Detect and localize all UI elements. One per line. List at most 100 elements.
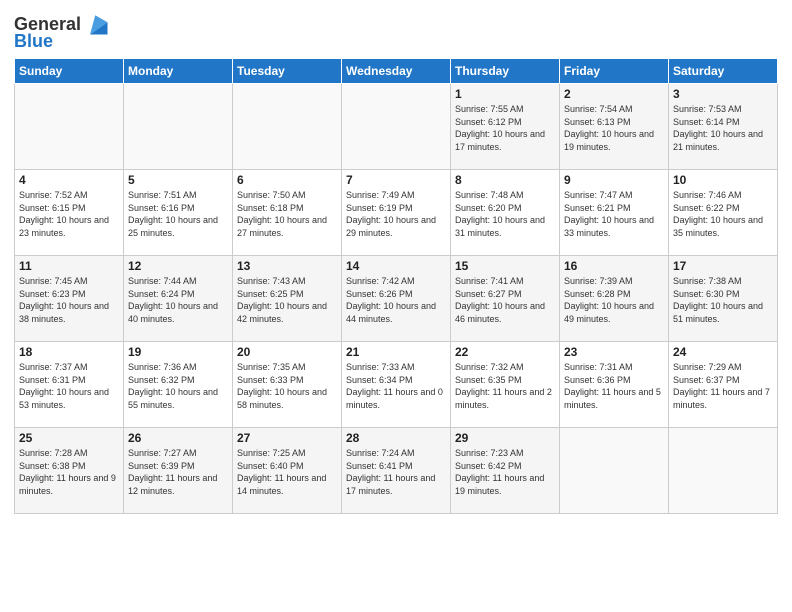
header-row: SundayMondayTuesdayWednesdayThursdayFrid… — [15, 59, 778, 84]
week-row-4: 25Sunrise: 7:28 AMSunset: 6:38 PMDayligh… — [15, 428, 778, 514]
week-row-3: 18 Sunrise: 7:37 AMSunset: 6:31 PMDayligh… — [15, 342, 778, 428]
week-row-1: 4 Sunrise: 7:52 AMSunset: 6:15 PMDaylight… — [15, 170, 778, 256]
day-number: 15 — [455, 259, 555, 273]
day-info: Sunrise: 7:28 AMSunset: 6:38 PMDaylight:… — [19, 447, 119, 497]
col-header-friday: Friday — [560, 59, 669, 84]
day-info: Sunrise: 7:38 AMSunset: 6:30 PMDaylight:… — [673, 275, 773, 325]
day-info: Sunrise: 7:53 AMSunset: 6:14 PMDaylight:… — [673, 103, 773, 153]
day-info: Sunrise: 7:32 AMSunset: 6:35 PMDaylight:… — [455, 361, 555, 411]
col-header-monday: Monday — [124, 59, 233, 84]
calendar-cell: 9Sunrise: 7:47 AMSunset: 6:21 PMDaylight… — [560, 170, 669, 256]
logo-blue-text: Blue — [14, 32, 53, 50]
calendar-cell: 29Sunrise: 7:23 AMSunset: 6:42 PMDayligh… — [451, 428, 560, 514]
calendar-cell — [15, 84, 124, 170]
day-number: 17 — [673, 259, 773, 273]
day-number: 21 — [346, 345, 446, 359]
day-info: Sunrise: 7:45 AMSunset: 6:23 PMDaylight:… — [19, 275, 119, 325]
day-info: Sunrise: 7:44 AMSunset: 6:24 PMDaylight:… — [128, 275, 228, 325]
calendar-table: SundayMondayTuesdayWednesdayThursdayFrid… — [14, 58, 778, 514]
day-number: 16 — [564, 259, 664, 273]
calendar-cell: 12 Sunrise: 7:44 AMSunset: 6:24 PMDayligh… — [124, 256, 233, 342]
calendar-cell: 14 Sunrise: 7:42 AMSunset: 6:26 PMDayligh… — [342, 256, 451, 342]
day-number: 4 — [19, 173, 119, 187]
calendar-cell: 13 Sunrise: 7:43 AMSunset: 6:25 PMDayligh… — [233, 256, 342, 342]
day-info: Sunrise: 7:27 AMSunset: 6:39 PMDaylight:… — [128, 447, 228, 497]
day-number: 7 — [346, 173, 446, 187]
day-number: 13 — [237, 259, 337, 273]
logo: General Blue — [14, 10, 111, 50]
calendar-cell: 10 Sunrise: 7:46 AMSunset: 6:22 PMDayligh… — [669, 170, 778, 256]
day-number: 26 — [128, 431, 228, 445]
week-row-2: 11 Sunrise: 7:45 AMSunset: 6:23 PMDayligh… — [15, 256, 778, 342]
day-number: 28 — [346, 431, 446, 445]
calendar-cell: 17 Sunrise: 7:38 AMSunset: 6:30 PMDayligh… — [669, 256, 778, 342]
calendar-cell — [233, 84, 342, 170]
calendar-cell: 15 Sunrise: 7:41 AMSunset: 6:27 PMDayligh… — [451, 256, 560, 342]
day-number: 3 — [673, 87, 773, 101]
calendar-cell: 18 Sunrise: 7:37 AMSunset: 6:31 PMDayligh… — [15, 342, 124, 428]
calendar-cell: 27 Sunrise: 7:25 AMSunset: 6:40 PMDayligh… — [233, 428, 342, 514]
calendar-cell: 28Sunrise: 7:24 AMSunset: 6:41 PMDayligh… — [342, 428, 451, 514]
day-info: Sunrise: 7:39 AMSunset: 6:28 PMDaylight:… — [564, 275, 664, 325]
calendar-cell: 11 Sunrise: 7:45 AMSunset: 6:23 PMDayligh… — [15, 256, 124, 342]
calendar-cell: 6 Sunrise: 7:50 AMSunset: 6:18 PMDaylight… — [233, 170, 342, 256]
calendar-cell: 24 Sunrise: 7:29 AMSunset: 6:37 PMDayligh… — [669, 342, 778, 428]
day-number: 11 — [19, 259, 119, 273]
week-row-0: 1 Sunrise: 7:55 AMSunset: 6:12 PMDaylight… — [15, 84, 778, 170]
calendar-cell: 25Sunrise: 7:28 AMSunset: 6:38 PMDayligh… — [15, 428, 124, 514]
day-info: Sunrise: 7:23 AMSunset: 6:42 PMDaylight:… — [455, 447, 555, 497]
day-info: Sunrise: 7:37 AMSunset: 6:31 PMDaylight:… — [19, 361, 119, 411]
day-number: 1 — [455, 87, 555, 101]
day-info: Sunrise: 7:29 AMSunset: 6:37 PMDaylight:… — [673, 361, 773, 411]
calendar-cell: 19 Sunrise: 7:36 AMSunset: 6:32 PMDayligh… — [124, 342, 233, 428]
calendar-cell: 7 Sunrise: 7:49 AMSunset: 6:19 PMDaylight… — [342, 170, 451, 256]
day-info: Sunrise: 7:46 AMSunset: 6:22 PMDaylight:… — [673, 189, 773, 239]
calendar-cell: 1 Sunrise: 7:55 AMSunset: 6:12 PMDaylight… — [451, 84, 560, 170]
day-info: Sunrise: 7:55 AMSunset: 6:12 PMDaylight:… — [455, 103, 555, 153]
day-info: Sunrise: 7:48 AMSunset: 6:20 PMDaylight:… — [455, 189, 555, 239]
day-number: 23 — [564, 345, 664, 359]
calendar-cell: 2 Sunrise: 7:54 AMSunset: 6:13 PMDaylight… — [560, 84, 669, 170]
day-info: Sunrise: 7:52 AMSunset: 6:15 PMDaylight:… — [19, 189, 119, 239]
day-number: 6 — [237, 173, 337, 187]
day-number: 12 — [128, 259, 228, 273]
calendar-cell: 8 Sunrise: 7:48 AMSunset: 6:20 PMDaylight… — [451, 170, 560, 256]
day-number: 27 — [237, 431, 337, 445]
calendar-cell: 20 Sunrise: 7:35 AMSunset: 6:33 PMDayligh… — [233, 342, 342, 428]
page: General Blue SundayMondayTuesdayWednesda… — [0, 0, 792, 612]
calendar-cell: 5Sunrise: 7:51 AMSunset: 6:16 PMDaylight… — [124, 170, 233, 256]
day-number: 24 — [673, 345, 773, 359]
day-info: Sunrise: 7:42 AMSunset: 6:26 PMDaylight:… — [346, 275, 446, 325]
day-number: 20 — [237, 345, 337, 359]
calendar-cell — [560, 428, 669, 514]
day-info: Sunrise: 7:47 AMSunset: 6:21 PMDaylight:… — [564, 189, 664, 239]
calendar-cell: 16 Sunrise: 7:39 AMSunset: 6:28 PMDayligh… — [560, 256, 669, 342]
day-info: Sunrise: 7:49 AMSunset: 6:19 PMDaylight:… — [346, 189, 446, 239]
day-info: Sunrise: 7:25 AMSunset: 6:40 PMDaylight:… — [237, 447, 337, 497]
day-number: 5 — [128, 173, 228, 187]
calendar-cell: 21 Sunrise: 7:33 AMSunset: 6:34 PMDayligh… — [342, 342, 451, 428]
day-info: Sunrise: 7:33 AMSunset: 6:34 PMDaylight:… — [346, 361, 446, 411]
day-info: Sunrise: 7:41 AMSunset: 6:27 PMDaylight:… — [455, 275, 555, 325]
day-info: Sunrise: 7:50 AMSunset: 6:18 PMDaylight:… — [237, 189, 337, 239]
calendar-cell: 3 Sunrise: 7:53 AMSunset: 6:14 PMDaylight… — [669, 84, 778, 170]
day-number: 2 — [564, 87, 664, 101]
col-header-wednesday: Wednesday — [342, 59, 451, 84]
col-header-sunday: Sunday — [15, 59, 124, 84]
day-info: Sunrise: 7:35 AMSunset: 6:33 PMDaylight:… — [237, 361, 337, 411]
calendar-cell: 22 Sunrise: 7:32 AMSunset: 6:35 PMDayligh… — [451, 342, 560, 428]
day-number: 10 — [673, 173, 773, 187]
day-info: Sunrise: 7:36 AMSunset: 6:32 PMDaylight:… — [128, 361, 228, 411]
calendar-cell: 23 Sunrise: 7:31 AMSunset: 6:36 PMDayligh… — [560, 342, 669, 428]
day-number: 19 — [128, 345, 228, 359]
day-info: Sunrise: 7:43 AMSunset: 6:25 PMDaylight:… — [237, 275, 337, 325]
day-info: Sunrise: 7:54 AMSunset: 6:13 PMDaylight:… — [564, 103, 664, 153]
day-number: 18 — [19, 345, 119, 359]
day-info: Sunrise: 7:31 AMSunset: 6:36 PMDaylight:… — [564, 361, 664, 411]
day-number: 8 — [455, 173, 555, 187]
calendar-cell — [342, 84, 451, 170]
calendar-cell: 4 Sunrise: 7:52 AMSunset: 6:15 PMDaylight… — [15, 170, 124, 256]
calendar-cell: 26 Sunrise: 7:27 AMSunset: 6:39 PMDayligh… — [124, 428, 233, 514]
day-number: 14 — [346, 259, 446, 273]
day-number: 22 — [455, 345, 555, 359]
